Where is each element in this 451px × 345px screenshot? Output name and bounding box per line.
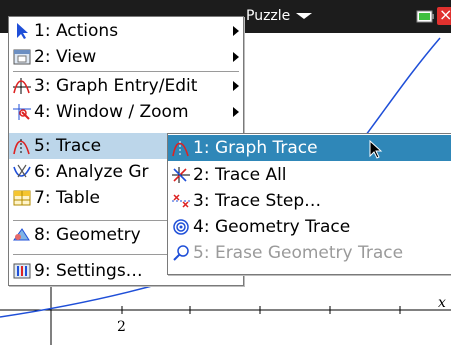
x-tick-label: 2 bbox=[117, 319, 126, 335]
menu-item-label: 4: Window / Zoom bbox=[34, 102, 189, 122]
graphs-app: Puzzle 2 x 1: Actions 2: View bbox=[0, 0, 451, 345]
submenu-arrow-icon bbox=[233, 52, 239, 62]
document-title-button[interactable]: Puzzle bbox=[246, 6, 313, 26]
menu-item-label: 4: Geometry Trace bbox=[193, 217, 351, 237]
mouse-pointer-icon bbox=[369, 140, 383, 159]
trace-submenu: 1: Graph Trace 2: Trace All 3: Trace Ste… bbox=[167, 133, 451, 275]
submenu-arrow-icon bbox=[233, 107, 239, 117]
menu-item-label: 1: Graph Trace bbox=[193, 138, 318, 158]
trace-all-icon bbox=[172, 167, 190, 183]
menu-item-label: 8: Geometry bbox=[34, 225, 141, 245]
chevron-down-icon bbox=[296, 13, 313, 19]
menu-item-window-zoom[interactable]: 4: Window / Zoom bbox=[9, 99, 243, 125]
table-icon bbox=[13, 190, 31, 206]
geometry-trace-icon bbox=[173, 219, 189, 235]
submenu-item-trace-all[interactable]: 2: Trace All bbox=[168, 162, 451, 188]
settings-icon bbox=[13, 263, 31, 279]
menu-item-actions[interactable]: 1: Actions bbox=[9, 18, 243, 44]
trace-step-icon bbox=[172, 194, 190, 208]
view-window-icon bbox=[13, 49, 31, 65]
menu-item-label: 7: Table bbox=[34, 188, 100, 208]
trace-icon bbox=[13, 139, 30, 155]
menu-item-view[interactable]: 2: View bbox=[9, 44, 243, 70]
submenu-arrow-icon bbox=[233, 26, 239, 36]
menu-item-label: 1: Actions bbox=[34, 21, 119, 41]
arrow-pointer-icon bbox=[17, 23, 28, 39]
submenu-item-erase-geometry-trace: 5: Erase Geometry Trace bbox=[168, 240, 451, 266]
close-icon[interactable] bbox=[437, 5, 451, 25]
graph-entry-icon bbox=[13, 78, 31, 94]
menu-item-label: 5: Trace bbox=[34, 136, 102, 156]
menu-item-label: 6: Analyze Gr bbox=[34, 162, 149, 182]
menu-item-label: 3: Graph Entry/Edit bbox=[34, 76, 198, 96]
x-axis-label: x bbox=[438, 295, 446, 311]
menu-item-label: 2: Trace All bbox=[193, 165, 287, 185]
document-title: Puzzle bbox=[246, 8, 291, 24]
menu-item-label: 5: Erase Geometry Trace bbox=[193, 243, 404, 263]
menu-separator bbox=[13, 71, 239, 72]
submenu-item-trace-step[interactable]: 3: Trace Step… bbox=[168, 188, 451, 214]
submenu-item-geometry-trace[interactable]: 4: Geometry Trace bbox=[168, 214, 451, 240]
window-zoom-icon bbox=[13, 104, 31, 120]
submenu-arrow-icon bbox=[233, 81, 239, 91]
menu-item-label: 2: View bbox=[34, 47, 97, 67]
graph-trace-icon bbox=[172, 141, 189, 157]
analyze-graph-icon bbox=[13, 164, 31, 178]
menu-item-label: 3: Trace Step… bbox=[193, 191, 322, 211]
menu-item-graph-entry-edit[interactable]: 3: Graph Entry/Edit bbox=[9, 73, 243, 99]
geometry-icon bbox=[13, 228, 30, 241]
submenu-item-graph-trace[interactable]: 1: Graph Trace bbox=[168, 135, 451, 161]
erase-geometry-trace-icon bbox=[173, 245, 189, 261]
menu-item-label: 9: Settings… bbox=[34, 261, 143, 281]
battery-icon bbox=[416, 10, 434, 23]
